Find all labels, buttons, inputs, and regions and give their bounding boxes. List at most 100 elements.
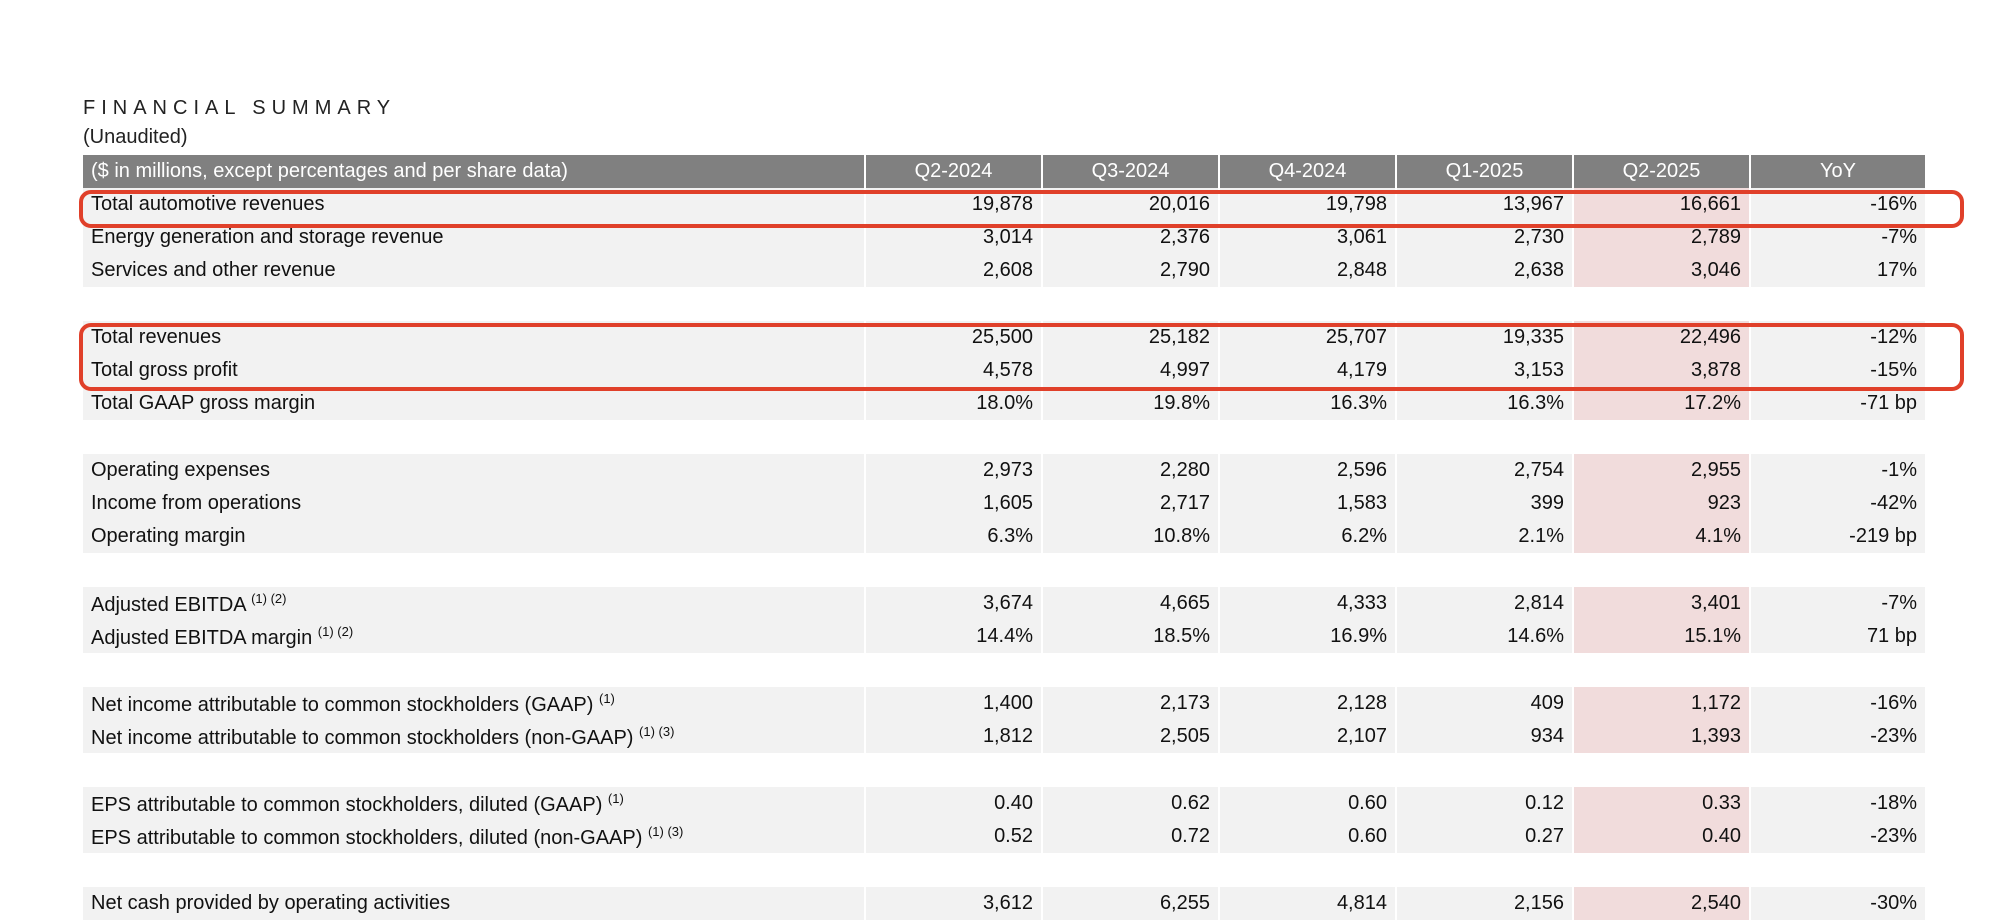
spacer-cell	[83, 553, 866, 587]
value-cell: 2,955	[1573, 454, 1751, 487]
spacer-row	[83, 753, 1925, 787]
spacer-cell	[1750, 653, 1925, 687]
spacer-row	[83, 420, 1925, 454]
value-cell: 2,128	[1219, 687, 1397, 720]
footnote-ref: (1)	[607, 790, 624, 806]
table-body: Total automotive revenues 19,878 20,016 19,…	[83, 188, 1925, 920]
value-cell: 4,578	[865, 354, 1043, 387]
value-cell: 4,665	[1042, 587, 1220, 620]
value-cell: 0.60	[1219, 787, 1397, 820]
table-row: Services and other revenue 2,608 2,790 2,84…	[83, 254, 1925, 287]
spacer-cell	[1219, 287, 1397, 321]
spacer-cell	[1396, 553, 1574, 587]
row-label-cell: Adjusted EBITDA margin (1) (2)	[83, 620, 866, 653]
yoy-cell: -219 bp	[1750, 520, 1925, 553]
spacer-cell	[1042, 753, 1220, 787]
table-row: Total GAAP gross margin 18.0% 19.8% 16.3% 16…	[83, 387, 1925, 420]
value-cell: 15.1%	[1573, 620, 1751, 653]
header-q3-2024: Q3-2024	[1042, 155, 1220, 188]
row-label: Total automotive revenues	[91, 193, 325, 215]
footnote-ref: (1) (2)	[251, 590, 287, 606]
value-cell: 2,814	[1396, 587, 1574, 620]
spacer-cell	[1042, 853, 1220, 887]
row-label: Energy generation and storage revenue	[91, 226, 444, 248]
value-cell: 13,967	[1396, 188, 1574, 221]
value-cell: 0.27	[1396, 820, 1574, 853]
spacer-cell	[83, 420, 866, 454]
row-label-cell: EPS attributable to common stockholders,…	[83, 820, 866, 853]
row-label: Operating margin	[91, 525, 246, 547]
spacer-cell	[865, 853, 1043, 887]
spacer-cell	[1573, 753, 1751, 787]
row-label: Net cash provided by operating activitie…	[91, 892, 451, 914]
spacer-cell	[1219, 653, 1397, 687]
spacer-cell	[865, 653, 1043, 687]
row-label: Income from operations	[91, 492, 302, 514]
row-label-cell: Net cash provided by operating activitie…	[83, 887, 866, 920]
value-cell: 2,730	[1396, 221, 1574, 254]
table-row: Income from operations 1,605 2,717 1,583 399…	[83, 487, 1925, 520]
row-label-cell: Net income attributable to common stockh…	[83, 687, 866, 720]
spacer-cell	[1219, 553, 1397, 587]
yoy-cell: -15%	[1750, 354, 1925, 387]
table-row: Operating expenses 2,973 2,280 2,596 2,754 2,…	[83, 454, 1925, 487]
row-label-cell: Energy generation and storage revenue	[83, 221, 866, 254]
table-row: Adjusted EBITDA (1) (2) 3,674 4,665 4,333 2,…	[83, 587, 1925, 620]
value-cell: 2,280	[1042, 454, 1220, 487]
spacer-cell	[1219, 420, 1397, 454]
row-label-cell: Total GAAP gross margin	[83, 387, 866, 420]
table-row: Total automotive revenues 19,878 20,016 19,…	[83, 188, 1925, 221]
row-label: Operating expenses	[91, 459, 271, 481]
spacer-cell	[1042, 287, 1220, 321]
value-cell: 3,401	[1573, 587, 1751, 620]
value-cell: 3,014	[865, 221, 1043, 254]
row-label-cell: Total automotive revenues	[83, 188, 866, 221]
row-label-cell: Income from operations	[83, 487, 866, 520]
value-cell: 14.6%	[1396, 620, 1574, 653]
value-cell: 4.1%	[1573, 520, 1751, 553]
table-row: Net income attributable to common stockh…	[83, 720, 1925, 753]
value-cell: 25,500	[865, 321, 1043, 354]
row-label: Net income attributable to common stockh…	[91, 693, 594, 716]
table-row: Adjusted EBITDA margin (1) (2) 14.4% 18.5%…	[83, 620, 1925, 653]
value-cell: 2,638	[1396, 254, 1574, 287]
spacer-cell	[865, 420, 1043, 454]
value-cell: 19,798	[1219, 188, 1397, 221]
spacer-cell	[83, 853, 866, 887]
spacer-cell	[83, 753, 866, 787]
spacer-cell	[1573, 553, 1751, 587]
value-cell: 2,156	[1396, 887, 1574, 920]
spacer-cell	[865, 553, 1043, 587]
row-label: Total GAAP gross margin	[91, 392, 316, 414]
value-cell: 4,814	[1219, 887, 1397, 920]
value-cell: 2,973	[865, 454, 1043, 487]
value-cell: 19,335	[1396, 321, 1574, 354]
row-label: Net income attributable to common stockh…	[91, 726, 634, 749]
table-row: Total revenues 25,500 25,182 25,707 19,335 22…	[83, 321, 1925, 354]
yoy-cell: -30%	[1750, 887, 1925, 920]
yoy-cell: -16%	[1750, 687, 1925, 720]
spacer-cell	[1396, 753, 1574, 787]
table-row: Operating margin 6.3% 10.8% 6.2% 2.1% 4.1% -21…	[83, 520, 1925, 553]
value-cell: 16.9%	[1219, 620, 1397, 653]
value-cell: 25,182	[1042, 321, 1220, 354]
value-cell: 0.40	[1573, 820, 1751, 853]
yoy-cell: -42%	[1750, 487, 1925, 520]
value-cell: 1,583	[1219, 487, 1397, 520]
value-cell: 0.72	[1042, 820, 1220, 853]
value-cell: 6,255	[1042, 887, 1220, 920]
header-q1-2025: Q1-2025	[1396, 155, 1574, 188]
value-cell: 16.3%	[1219, 387, 1397, 420]
table-row: Total gross profit 4,578 4,997 4,179 3,153 3,…	[83, 354, 1925, 387]
row-label-cell: EPS attributable to common stockholders,…	[83, 787, 866, 820]
footnote-ref: (1) (2)	[317, 623, 354, 639]
spacer-cell	[1396, 653, 1574, 687]
footnote-ref: (1)	[599, 690, 615, 706]
spacer-cell	[1219, 753, 1397, 787]
spacer-cell	[1750, 753, 1925, 787]
value-cell: 3,061	[1219, 221, 1397, 254]
value-cell: 934	[1396, 720, 1574, 753]
footnote-ref: (1) (3)	[639, 723, 675, 739]
value-cell: 10.8%	[1042, 520, 1220, 553]
value-cell: 3,153	[1396, 354, 1574, 387]
